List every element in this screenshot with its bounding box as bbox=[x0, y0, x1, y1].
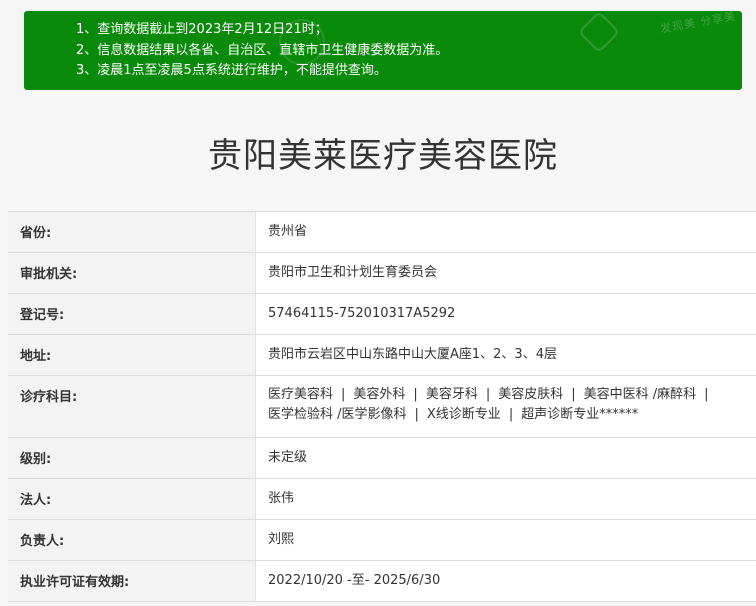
reg-no-value: 57464115-752010317A5292 bbox=[256, 294, 756, 334]
province-label: 省份: bbox=[8, 212, 256, 252]
address-value: 贵阳市云岩区中山东路中山大厦A座1、2、3、4层 bbox=[256, 335, 756, 375]
department-item: 美容外科 bbox=[353, 387, 406, 402]
department-separator: | bbox=[485, 387, 491, 402]
department-separator: | bbox=[414, 407, 419, 422]
legal-person-value: 张伟 bbox=[256, 479, 756, 519]
watermark-logo-shape bbox=[279, 19, 325, 65]
page-title: 贵阳美莱医疗美容医院 bbox=[208, 136, 558, 176]
table-row-person-in-charge: 负责人: 刘熙 bbox=[8, 520, 756, 561]
department-separator: | bbox=[508, 407, 514, 422]
notice-line-2: 2、信息数据结果以各省、自治区、直辖市卫生健康委数据为准。 bbox=[76, 42, 449, 58]
departments-value: 医疗美容科 | 美容外科 | 美容牙科 | 美容皮肤科 | 美容中医科 /麻醉科 | 医学检验科 … bbox=[256, 376, 756, 437]
table-row-authority: 审批机关: 贵阳市卫生和计划生育委员会 bbox=[8, 253, 756, 294]
department-item: 医疗美容科 bbox=[268, 387, 334, 402]
notice-banner: 发现美 分享美 1、查询数据截止到2023年2月12日21时； 2、信息数据结果… bbox=[24, 11, 742, 90]
table-row-province: 省份: 贵州省 bbox=[8, 212, 756, 253]
notice-line-1: 1、查询数据截止到2023年2月12日21时； bbox=[76, 22, 328, 37]
department-separator: | bbox=[413, 387, 418, 402]
department-separator: | bbox=[341, 387, 346, 402]
department-separator: | bbox=[704, 387, 709, 402]
department-item: X线诊断专业 bbox=[426, 407, 501, 422]
notice-line-3: 3、凌晨1点至凌晨5点系统进行维护，不能提供查询。 bbox=[76, 63, 387, 78]
department-item: 美容牙科 bbox=[425, 387, 478, 402]
department-item: 美容中医科 /麻醉科 bbox=[583, 387, 697, 402]
table-row-level: 级别: 未定级 bbox=[8, 438, 756, 479]
person-in-charge-label: 负责人: bbox=[8, 520, 256, 560]
person-in-charge-value: 刘熙 bbox=[256, 520, 756, 560]
license-validity-label: 执业许可证有效期: bbox=[8, 561, 256, 601]
department-item: 超声诊断专业****** bbox=[521, 407, 639, 422]
authority-label: 审批机关: bbox=[8, 253, 256, 293]
level-value: 未定级 bbox=[256, 438, 756, 478]
reg-no-label: 登记号: bbox=[8, 294, 256, 334]
address-label: 地址: bbox=[8, 335, 256, 375]
legal-person-label: 法人: bbox=[8, 479, 256, 519]
departments-label: 诊疗科目: bbox=[8, 376, 256, 437]
table-row-legal-person: 法人: 张伟 bbox=[8, 479, 756, 520]
level-label: 级别: bbox=[8, 438, 256, 478]
departments-line-1: 医疗美容科 | 美容外科 | 美容牙科 | 美容皮肤科 | 美容中医科 /麻醉科 | bbox=[268, 385, 756, 405]
authority-value: 贵阳市卫生和计划生育委员会 bbox=[256, 253, 756, 293]
province-value: 贵州省 bbox=[256, 212, 756, 252]
table-row-address: 地址: 贵阳市云岩区中山东路中山大厦A座1、2、3、4层 bbox=[8, 335, 756, 376]
license-validity-value: 2022/10/20 -至- 2025/6/30 bbox=[256, 561, 756, 601]
department-item: 医学检验科 /医学影像科 bbox=[268, 407, 407, 422]
table-row-reg-no: 登记号: 57464115-752010317A5292 bbox=[8, 294, 756, 335]
table-row-departments: 诊疗科目: 医疗美容科 | 美容外科 | 美容牙科 | 美容皮肤科 | 美容中医科 /麻醉科 | … bbox=[8, 376, 756, 438]
department-item: 美容皮肤科 bbox=[498, 387, 564, 402]
table-row-license-validity: 执业许可证有效期: 2022/10/20 -至- 2025/6/30 bbox=[8, 561, 756, 602]
departments-line-2: 医学检验科 /医学影像科 | X线诊断专业 | 超声诊断专业****** bbox=[268, 405, 756, 425]
department-separator: | bbox=[571, 387, 576, 402]
info-table: 省份: 贵州省 审批机关: 贵阳市卫生和计划生育委员会 登记号: 5746411… bbox=[8, 211, 756, 602]
